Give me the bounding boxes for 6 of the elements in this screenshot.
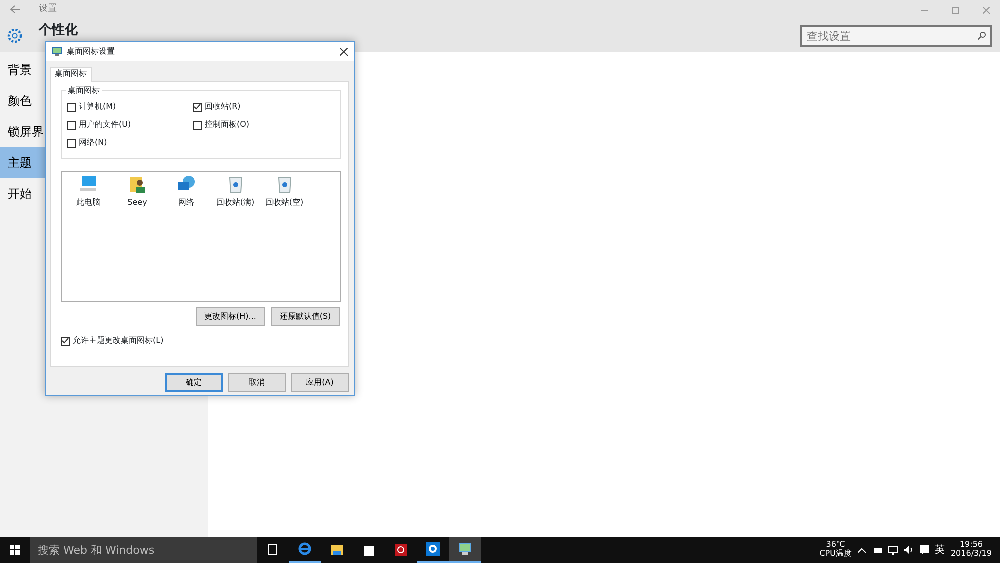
temperature-reading: 36℃ (825, 541, 846, 550)
dialog-title: 桌面图标设置 (67, 46, 115, 58)
page-header: 个性化 (39, 23, 78, 39)
window-title: 设置 (39, 3, 57, 16)
group-title: 桌面图标 (66, 85, 102, 97)
temperature-label: CPU温度 (820, 550, 852, 559)
